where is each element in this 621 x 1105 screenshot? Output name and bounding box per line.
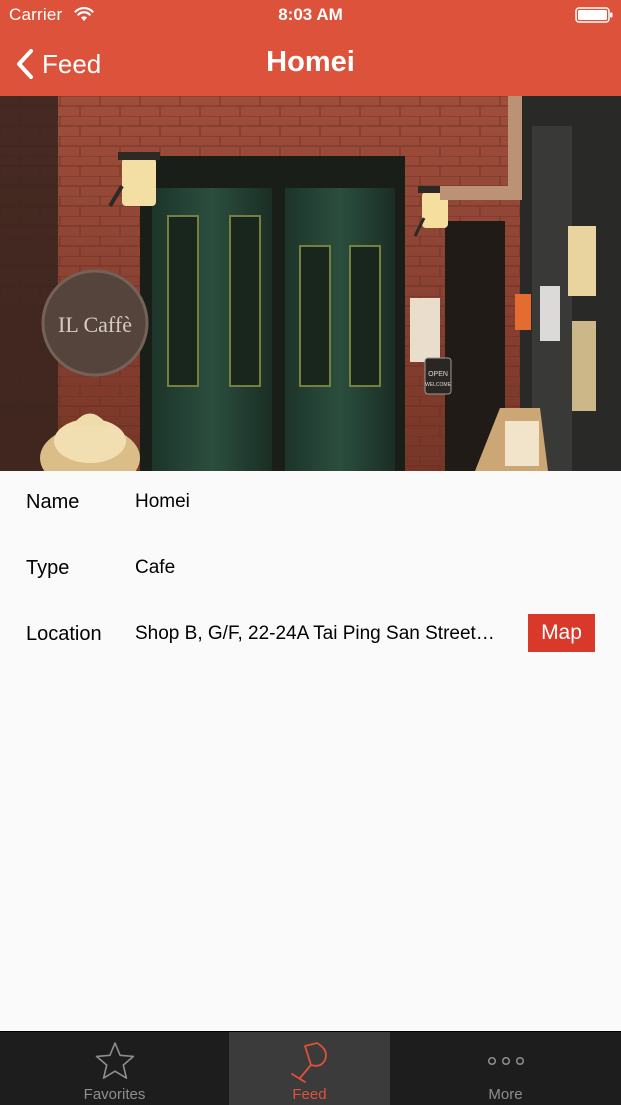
tab-feed-label: Feed [292,1086,327,1103]
detail-row-type: Type Cafe [0,537,621,603]
star-icon [95,1042,134,1079]
type-label: Type [26,557,70,579]
page-title: Homei [266,46,355,78]
type-value: Cafe [135,557,176,578]
tab-bar: Favorites Feed More [0,1031,621,1105]
restaurant-photo-illustration: IL Caffè OPEN WELCOME [0,96,621,471]
location-value: Shop B, G/F, 22-24A Tai Ping San Street… [135,623,495,644]
name-value: Homei [135,491,190,512]
header: Carrier 8:03 AM Feed Homei [0,0,621,96]
status-time: 8:03 AM [278,5,343,24]
wine-glass-icon [290,1042,327,1083]
tab-favorites[interactable]: Favorites [0,1032,229,1105]
more-dots-icon [487,1056,524,1066]
detail-row-name: Name Homei [0,471,621,537]
navigation-bar: Feed Homei [0,32,621,96]
tab-more-label: More [488,1086,523,1103]
battery-icon [575,7,613,23]
tab-favorites-label: Favorites [83,1086,146,1103]
tab-feed[interactable]: Feed [229,1032,390,1105]
location-label: Location [26,623,102,645]
status-bar: Carrier 8:03 AM [0,0,621,32]
tab-more[interactable]: More [390,1032,621,1105]
map-button[interactable]: Map [528,614,595,652]
restaurant-photo: IL Caffè OPEN WELCOME [0,96,621,471]
name-label: Name [26,491,80,513]
